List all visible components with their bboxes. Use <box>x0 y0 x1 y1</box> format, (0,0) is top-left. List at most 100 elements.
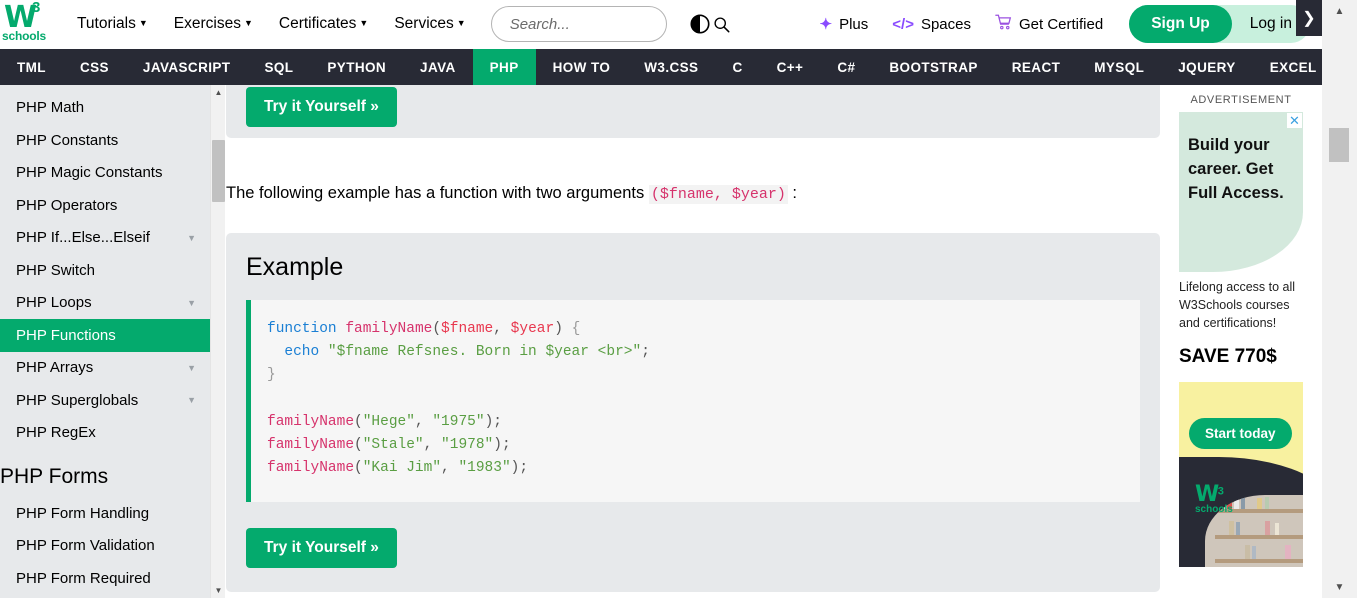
advertisement-bottom-card[interactable]: Start today W3 schools <box>1179 382 1303 568</box>
page-scrollbar[interactable]: ▲ ▼ <box>1322 0 1357 598</box>
topic-tab-excel[interactable]: EXCEL <box>1253 49 1322 85</box>
topic-tab-c-[interactable]: C# <box>820 49 872 85</box>
get-certified-label: Get Certified <box>1019 15 1104 33</box>
topic-tab-c[interactable]: C <box>715 49 759 85</box>
nav-menu-certificates[interactable]: Certificates ▼ <box>266 9 381 39</box>
topic-tab-label: SQL <box>264 59 294 75</box>
sidebar-item-label: PHP If...Else...Elseif <box>16 229 150 247</box>
main-content: Try it Yourself » The following example … <box>226 85 1160 598</box>
left-sidebar: PHP StringsPHP MathPHP ConstantsPHP Magi… <box>0 85 210 598</box>
advertisement-top-card[interactable]: ✕ Build your career. Get Full Access. Li… <box>1179 112 1303 369</box>
code-token: ( <box>432 321 442 337</box>
search-input[interactable] <box>507 14 713 34</box>
topic-tab-how-to[interactable]: HOW TO <box>536 49 628 85</box>
topic-tab-c-[interactable]: C++ <box>760 49 821 85</box>
sidebar-item-php-functions[interactable]: PHP Functions <box>0 319 210 352</box>
sidebar-item-php-loops[interactable]: PHP Loops ▼ <box>0 287 210 320</box>
shopping-cart-icon <box>995 14 1012 35</box>
code-token: "Hege" <box>362 413 415 430</box>
topic-tab-label: C# <box>837 59 856 75</box>
topic-tab-react[interactable]: REACT <box>995 49 1078 85</box>
topic-tab-tml[interactable]: TML <box>0 49 63 85</box>
topic-tab-label: C <box>732 59 743 75</box>
code-token: ; <box>641 344 650 361</box>
page-scroll-up-button[interactable]: ▲ <box>1322 2 1357 20</box>
sidebar-scroll-up-button[interactable]: ▲ <box>211 85 226 100</box>
chevron-down-icon[interactable]: ▼ <box>187 233 196 243</box>
topic-tab-javascript[interactable]: JAVASCRIPT <box>126 49 248 85</box>
chevron-down-icon[interactable]: ▼ <box>187 363 196 373</box>
sidebar-item-php-arrays[interactable]: PHP Arrays ▼ <box>0 352 210 385</box>
topic-tab-sql[interactable]: SQL <box>247 49 310 85</box>
sidebar-item-php-regex[interactable]: PHP RegEx <box>0 417 210 450</box>
code-token: function <box>267 321 346 337</box>
code-token: echo <box>267 344 328 361</box>
sidebar-item-php-superglobals[interactable]: PHP Superglobals ▼ <box>0 384 210 417</box>
search-icon[interactable] <box>713 16 730 33</box>
logo-wordmark: schools <box>2 29 46 43</box>
code-block[interactable]: function familyName($fname, $year) { ech… <box>246 300 1140 503</box>
sidebar-scroll-down-button[interactable]: ▼ <box>211 583 226 598</box>
sidebar-item-php-form-required[interactable]: PHP Form Required <box>0 562 210 595</box>
sidebar-item-php-operators[interactable]: PHP Operators <box>0 189 210 222</box>
sidebar-item-label: PHP Form Validation <box>16 537 155 555</box>
page-scroll-down-button[interactable]: ▼ <box>1322 578 1357 596</box>
advertisement-w3schools-logo: W3 schools <box>1195 482 1233 515</box>
sidebar-item-php-form-validation[interactable]: PHP Form Validation <box>0 530 210 563</box>
nav-menu-tutorials-label: Tutorials <box>77 15 136 32</box>
sidebar-scrollbar-thumb[interactable] <box>212 140 225 202</box>
topic-tab-label: PYTHON <box>327 59 387 75</box>
code-line: function familyName($fname, $year) { <box>267 318 1124 341</box>
get-certified-link[interactable]: Get Certified <box>983 8 1115 41</box>
sidebar-item-php-form-handling[interactable]: PHP Form Handling <box>0 497 210 530</box>
code-line: familyName("Stale", "1978"); <box>267 434 1124 457</box>
w3schools-logo[interactable]: W 3 schools <box>2 0 54 47</box>
code-token: , <box>423 436 442 453</box>
chevron-down-icon[interactable]: ▼ <box>187 395 196 405</box>
advertisement-save-amount: SAVE 770$ <box>1179 346 1277 368</box>
code-token: "1975" <box>432 413 485 430</box>
intro-paragraph-text-after: : <box>787 184 798 202</box>
dark-mode-toggle-icon[interactable] <box>689 13 711 35</box>
topic-tab-mysql[interactable]: MYSQL <box>1077 49 1161 85</box>
chevron-down-icon[interactable]: ▼ <box>187 298 196 308</box>
sidebar-item-php-magic-constants[interactable]: PHP Magic Constants <box>0 157 210 190</box>
try-it-yourself-button-top[interactable]: Try it Yourself » <box>246 87 397 127</box>
page-scrollbar-thumb[interactable] <box>1329 128 1349 162</box>
plus-link[interactable]: ✦ Plus <box>808 9 881 39</box>
topic-scroll-right-button[interactable]: ❯ <box>1296 0 1322 36</box>
nav-menu-services[interactable]: Services ▼ <box>381 9 478 39</box>
sidebar-section-heading-php-forms[interactable]: PHP Forms <box>0 449 210 497</box>
code-token: ); <box>493 436 511 453</box>
start-today-button[interactable]: Start today <box>1189 418 1292 450</box>
topic-tab-python[interactable]: PYTHON <box>310 49 403 85</box>
intro-paragraph-text-before: The following example has a function wit… <box>226 184 649 202</box>
sidebar-item-label: PHP Form Required <box>16 569 151 587</box>
try-it-yourself-button-example[interactable]: Try it Yourself » <box>246 528 397 569</box>
sidebar-item-php-math[interactable]: PHP Math <box>0 92 210 125</box>
sparkle-icon: ✦ <box>819 16 833 33</box>
topic-tab-w3-css[interactable]: W3.CSS <box>627 49 715 85</box>
sign-up-button[interactable]: Sign Up <box>1129 5 1232 43</box>
nav-menu-tutorials[interactable]: Tutorials ▼ <box>64 9 161 39</box>
sidebar-scrollbar[interactable]: ▲ ▼ <box>210 85 225 598</box>
code-line: familyName("Kai Jim", "1983"); <box>267 457 1124 480</box>
search-box[interactable] <box>490 6 730 42</box>
chevron-down-icon: ▼ <box>138 18 148 28</box>
topic-tab-label: JAVA <box>420 59 456 75</box>
sidebar-item-php-switch[interactable]: PHP Switch <box>0 254 210 287</box>
topic-tab-bootstrap[interactable]: BOOTSTRAP <box>872 49 994 85</box>
topic-tab-jquery[interactable]: JQUERY <box>1161 49 1252 85</box>
code-token: familyName <box>267 460 355 477</box>
topic-tab-css[interactable]: CSS <box>63 49 126 85</box>
code-token: , <box>493 321 511 337</box>
nav-menu-exercises[interactable]: Exercises ▼ <box>161 9 266 39</box>
spaces-link[interactable]: </> Spaces <box>880 10 983 39</box>
topic-tab-php[interactable]: PHP <box>472 49 536 85</box>
sidebar-item-php-constants[interactable]: PHP Constants <box>0 124 210 157</box>
advertisement-rail: ADVERTISEMENT ✕ Build your career. Get F… <box>1160 85 1322 598</box>
sidebar-item-php-if-else-elseif[interactable]: PHP If...Else...Elseif ▼ <box>0 222 210 255</box>
sidebar-item-label: PHP Superglobals <box>16 391 139 409</box>
topic-tab-java[interactable]: JAVA <box>403 49 473 85</box>
close-icon[interactable]: ✕ <box>1287 113 1302 128</box>
